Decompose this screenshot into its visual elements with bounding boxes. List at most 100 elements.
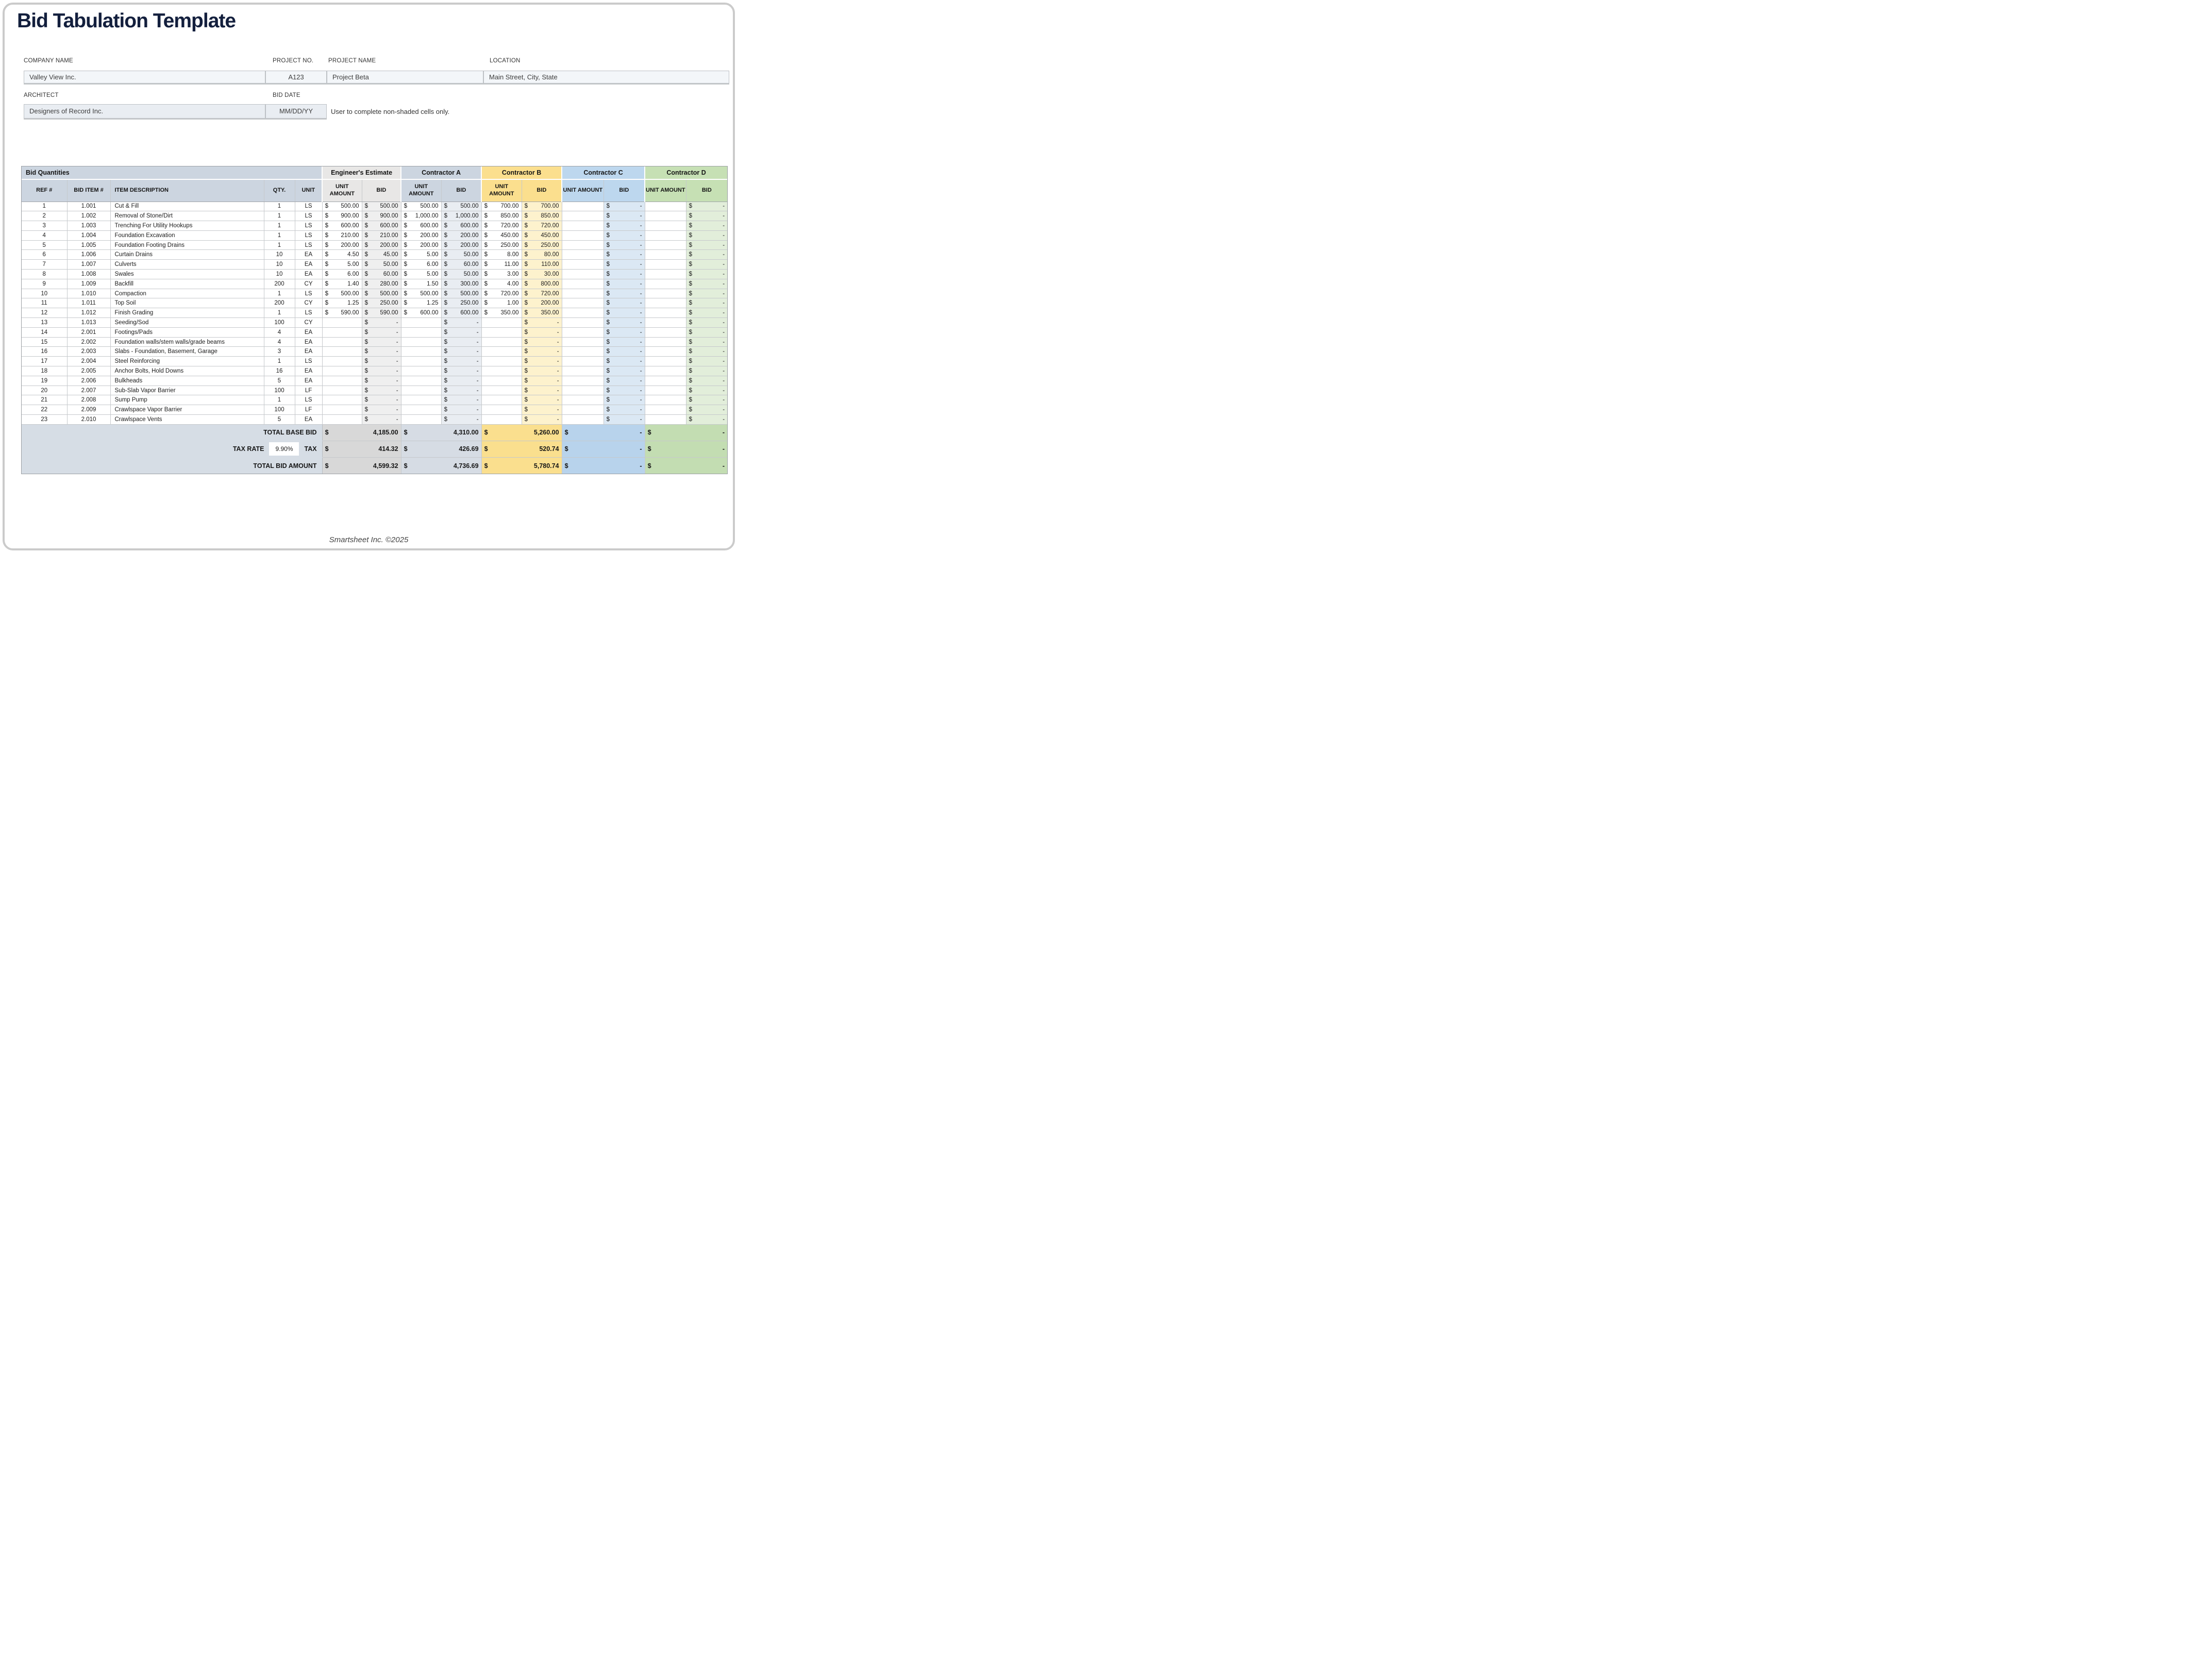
cell-d-u[interactable] (645, 347, 686, 357)
cell-b-u[interactable] (481, 395, 522, 405)
cell-qty[interactable]: 3 (264, 347, 295, 357)
cell-qty[interactable]: 1 (264, 240, 295, 250)
cell-ee-u[interactable] (322, 405, 362, 415)
cell-b-u[interactable]: $1.00 (481, 298, 522, 308)
cell-d-u[interactable] (645, 240, 686, 250)
cell-ref[interactable]: 13 (22, 318, 67, 328)
cell-b-u[interactable]: $450.00 (481, 230, 522, 240)
cell-desc[interactable]: Bulkheads (110, 376, 264, 386)
cell-c-u[interactable] (562, 395, 604, 405)
cell-b-u[interactable] (481, 415, 522, 425)
cell-a-u[interactable]: $500.00 (401, 289, 441, 298)
cell-unit[interactable]: EA (295, 260, 322, 270)
cell-a-u[interactable] (401, 366, 441, 376)
cell-a-u[interactable] (401, 347, 441, 357)
cell-qty[interactable]: 10 (264, 260, 295, 270)
cell-d-u[interactable] (645, 270, 686, 279)
cell-qty[interactable]: 1 (264, 357, 295, 366)
cell-ref[interactable]: 21 (22, 395, 67, 405)
cell-item[interactable]: 1.003 (67, 221, 110, 231)
cell-qty[interactable]: 1 (264, 289, 295, 298)
cell-unit[interactable]: LF (295, 386, 322, 395)
cell-desc[interactable]: Removal of Stone/Dirt (110, 211, 264, 221)
cell-d-u[interactable] (645, 366, 686, 376)
cell-desc[interactable]: Sub-Slab Vapor Barrier (110, 386, 264, 395)
cell-c-u[interactable] (562, 347, 604, 357)
cell-ref[interactable]: 5 (22, 240, 67, 250)
cell-unit[interactable]: CY (295, 279, 322, 289)
cell-item[interactable]: 1.011 (67, 298, 110, 308)
cell-unit[interactable]: LS (295, 357, 322, 366)
cell-c-u[interactable] (562, 386, 604, 395)
cell-c-u[interactable] (562, 357, 604, 366)
cell-qty[interactable]: 1 (264, 308, 295, 318)
cell-b-u[interactable] (481, 357, 522, 366)
cell-item[interactable]: 2.010 (67, 415, 110, 425)
cell-item[interactable]: 1.005 (67, 240, 110, 250)
cell-unit[interactable]: EA (295, 337, 322, 347)
cell-b-u[interactable]: $8.00 (481, 250, 522, 260)
cell-item[interactable]: 2.006 (67, 376, 110, 386)
cell-unit[interactable]: EA (295, 415, 322, 425)
cell-c-u[interactable] (562, 202, 604, 211)
cell-a-u[interactable]: $600.00 (401, 221, 441, 231)
cell-d-u[interactable] (645, 415, 686, 425)
cell-item[interactable]: 1.002 (67, 211, 110, 221)
cell-ee-u[interactable] (322, 366, 362, 376)
cell-item[interactable]: 1.012 (67, 308, 110, 318)
cell-ref[interactable]: 18 (22, 366, 67, 376)
cell-unit[interactable]: EA (295, 376, 322, 386)
cell-b-u[interactable] (481, 337, 522, 347)
cell-b-u[interactable]: $720.00 (481, 221, 522, 231)
cell-item[interactable]: 1.007 (67, 260, 110, 270)
cell-ee-u[interactable]: $1.25 (322, 298, 362, 308)
cell-unit[interactable]: LS (295, 202, 322, 211)
cell-b-u[interactable]: $4.00 (481, 279, 522, 289)
cell-a-u[interactable] (401, 415, 441, 425)
cell-ee-u[interactable] (322, 395, 362, 405)
cell-ee-u[interactable]: $500.00 (322, 289, 362, 298)
cell-d-u[interactable] (645, 289, 686, 298)
cell-ref[interactable]: 23 (22, 415, 67, 425)
cell-d-u[interactable] (645, 318, 686, 328)
cell-unit[interactable]: LS (295, 211, 322, 221)
cell-b-u[interactable]: $850.00 (481, 211, 522, 221)
cell-ref[interactable]: 2 (22, 211, 67, 221)
cell-c-u[interactable] (562, 318, 604, 328)
cell-a-u[interactable]: $500.00 (401, 202, 441, 211)
cell-ee-u[interactable] (322, 386, 362, 395)
cell-unit[interactable]: EA (295, 250, 322, 260)
cell-desc[interactable]: Sump Pump (110, 395, 264, 405)
cell-b-u[interactable] (481, 405, 522, 415)
cell-desc[interactable]: Anchor Bolts, Hold Downs (110, 366, 264, 376)
cell-a-u[interactable]: $1.25 (401, 298, 441, 308)
cell-ref[interactable]: 8 (22, 270, 67, 279)
cell-a-u[interactable] (401, 395, 441, 405)
cell-b-u[interactable]: $720.00 (481, 289, 522, 298)
cell-d-u[interactable] (645, 376, 686, 386)
cell-item[interactable]: 2.004 (67, 357, 110, 366)
cell-desc[interactable]: Compaction (110, 289, 264, 298)
cell-desc[interactable]: Crawlspace Vapor Barrier (110, 405, 264, 415)
cell-ee-u[interactable]: $210.00 (322, 230, 362, 240)
cell-ref[interactable]: 14 (22, 327, 67, 337)
cell-qty[interactable]: 1 (264, 230, 295, 240)
cell-d-u[interactable] (645, 230, 686, 240)
cell-a-u[interactable]: $6.00 (401, 260, 441, 270)
cell-unit[interactable]: EA (295, 327, 322, 337)
cell-unit[interactable]: LS (295, 395, 322, 405)
cell-item[interactable]: 2.001 (67, 327, 110, 337)
cell-qty[interactable]: 1 (264, 211, 295, 221)
cell-qty[interactable]: 10 (264, 270, 295, 279)
cell-c-u[interactable] (562, 327, 604, 337)
cell-c-u[interactable] (562, 289, 604, 298)
cell-desc[interactable]: Trenching For Utility Hookups (110, 221, 264, 231)
cell-ref[interactable]: 20 (22, 386, 67, 395)
company-name-field[interactable]: Valley View Inc. (24, 71, 265, 83)
cell-d-u[interactable] (645, 250, 686, 260)
cell-unit[interactable]: EA (295, 366, 322, 376)
cell-b-u[interactable] (481, 327, 522, 337)
cell-ee-u[interactable]: $200.00 (322, 240, 362, 250)
cell-b-u[interactable] (481, 347, 522, 357)
cell-c-u[interactable] (562, 230, 604, 240)
